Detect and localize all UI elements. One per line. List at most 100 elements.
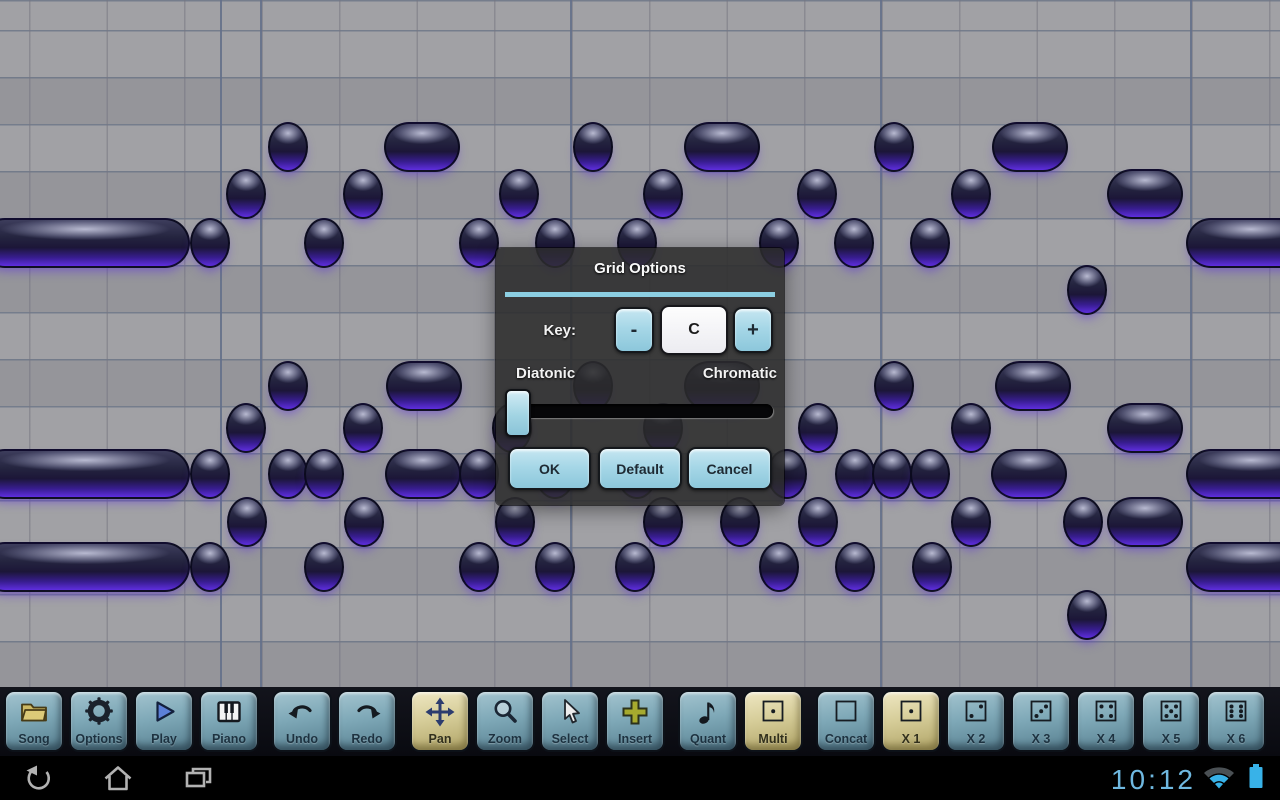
dice-4-icon — [1078, 694, 1134, 730]
pill-note[interactable] — [384, 122, 460, 172]
round-note[interactable] — [912, 542, 952, 592]
toolbar-button-play[interactable]: Play — [134, 690, 194, 752]
default-button[interactable]: Default — [598, 447, 682, 490]
long-note-right-edge[interactable] — [1186, 449, 1280, 499]
round-note[interactable] — [268, 122, 308, 172]
long-note-left-edge[interactable] — [0, 218, 190, 268]
round-note[interactable] — [874, 122, 914, 172]
toolbar-button-label: Play — [151, 732, 177, 746]
toolbar-button-multi[interactable]: Multi — [743, 690, 803, 752]
chromatic-label: Chromatic — [702, 365, 777, 382]
battery-icon — [1248, 763, 1264, 794]
pill-note[interactable] — [385, 449, 461, 499]
toolbar-button-x-5[interactable]: X 5 — [1141, 690, 1201, 752]
scale-slider-track[interactable] — [505, 404, 773, 418]
round-note[interactable] — [910, 218, 950, 268]
round-note[interactable] — [190, 542, 230, 592]
toolbar-button-x-4[interactable]: X 4 — [1076, 690, 1136, 752]
toolbar-button-redo[interactable]: Redo — [337, 690, 397, 752]
pan-icon — [412, 694, 468, 730]
toolbar-button-x-2[interactable]: X 2 — [946, 690, 1006, 752]
round-note[interactable] — [343, 403, 383, 453]
round-note[interactable] — [268, 361, 308, 411]
round-note[interactable] — [499, 169, 539, 219]
round-note[interactable] — [798, 497, 838, 547]
round-note[interactable] — [304, 218, 344, 268]
toolbar-button-options[interactable]: Options — [69, 690, 129, 752]
toolbar-button-song[interactable]: Song — [4, 690, 64, 752]
cancel-button[interactable]: Cancel — [687, 447, 772, 490]
round-note[interactable] — [872, 449, 912, 499]
pill-note[interactable] — [992, 122, 1068, 172]
scale-slider-thumb[interactable] — [505, 389, 531, 437]
round-note[interactable] — [951, 403, 991, 453]
toolbar-button-x-3[interactable]: X 3 — [1011, 690, 1071, 752]
round-note[interactable] — [459, 218, 499, 268]
round-note[interactable] — [190, 449, 230, 499]
round-note[interactable] — [797, 169, 837, 219]
round-note[interactable] — [459, 542, 499, 592]
toolbar-button-pan[interactable]: Pan — [410, 690, 470, 752]
toolbar-button-label: Select — [551, 732, 589, 746]
key-plus-button[interactable]: + — [733, 307, 773, 353]
round-note[interactable] — [344, 497, 384, 547]
round-note[interactable] — [343, 169, 383, 219]
round-note[interactable] — [226, 169, 266, 219]
round-note[interactable] — [268, 449, 308, 499]
toolbar-button-label: X 6 — [1226, 732, 1246, 746]
cursor-icon — [542, 694, 598, 730]
round-note[interactable] — [227, 497, 267, 547]
round-note[interactable] — [910, 449, 950, 499]
round-note[interactable] — [834, 218, 874, 268]
round-note[interactable] — [615, 542, 655, 592]
round-note[interactable] — [535, 542, 575, 592]
round-note[interactable] — [304, 449, 344, 499]
long-note-right-edge[interactable] — [1186, 542, 1280, 592]
back-icon[interactable] — [22, 761, 58, 795]
round-note[interactable] — [951, 169, 991, 219]
round-note[interactable] — [835, 449, 875, 499]
round-note[interactable] — [874, 361, 914, 411]
round-note[interactable] — [798, 403, 838, 453]
round-note[interactable] — [643, 169, 683, 219]
round-note[interactable] — [226, 403, 266, 453]
toolbar-button-zoom[interactable]: Zoom — [475, 690, 535, 752]
toolbar-button-select[interactable]: Select — [540, 690, 600, 752]
ok-button[interactable]: OK — [508, 447, 591, 490]
round-note[interactable] — [951, 497, 991, 547]
toolbar-button-label: Pan — [428, 732, 452, 746]
pill-note[interactable] — [1107, 169, 1183, 219]
round-note[interactable] — [190, 218, 230, 268]
toolbar-button-label: X 3 — [1031, 732, 1051, 746]
home-icon[interactable] — [100, 761, 136, 795]
toolbar-button-concat[interactable]: Concat — [816, 690, 876, 752]
round-note[interactable] — [573, 122, 613, 172]
round-note[interactable] — [1063, 497, 1103, 547]
round-note[interactable] — [1067, 265, 1107, 315]
round-note[interactable] — [1067, 590, 1107, 640]
round-note[interactable] — [304, 542, 344, 592]
pill-note[interactable] — [386, 361, 462, 411]
toolbar-button-piano[interactable]: Piano — [199, 690, 259, 752]
round-note[interactable] — [759, 542, 799, 592]
round-note[interactable] — [835, 542, 875, 592]
folder-icon — [6, 694, 62, 730]
pill-note[interactable] — [991, 449, 1067, 499]
dialog-title-underline — [505, 292, 775, 297]
pill-note[interactable] — [684, 122, 760, 172]
long-note-left-edge[interactable] — [0, 449, 190, 499]
toolbar-button-insert[interactable]: Insert — [605, 690, 665, 752]
toolbar-button-x-6[interactable]: X 6 — [1206, 690, 1266, 752]
pill-note[interactable] — [995, 361, 1071, 411]
pill-note[interactable] — [1107, 403, 1183, 453]
pill-note[interactable] — [1107, 497, 1183, 547]
toolbar-button-x-1[interactable]: X 1 — [881, 690, 941, 752]
recents-icon[interactable] — [180, 761, 216, 795]
toolbar-button-undo[interactable]: Undo — [272, 690, 332, 752]
long-note-right-edge[interactable] — [1186, 218, 1280, 268]
key-minus-button[interactable]: - — [614, 307, 654, 353]
piano-icon — [201, 694, 257, 730]
toolbar-button-quant[interactable]: Quant — [678, 690, 738, 752]
long-note-left-edge[interactable] — [0, 542, 190, 592]
round-note[interactable] — [459, 449, 499, 499]
